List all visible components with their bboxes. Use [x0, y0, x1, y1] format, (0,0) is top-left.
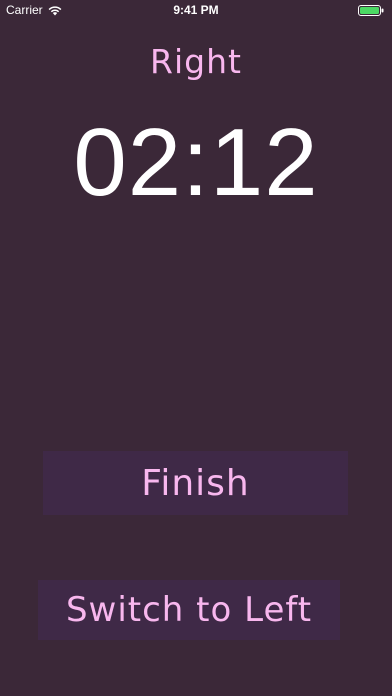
finish-button-label: Finish — [141, 462, 250, 504]
switch-side-button-label: Switch to Left — [65, 590, 313, 630]
status-bar: Carrier 9:41 PM — [0, 0, 392, 20]
timer-display: 02:12 — [73, 109, 319, 216]
finish-button[interactable]: Finish — [43, 451, 348, 515]
switch-side-button[interactable]: Switch to Left — [38, 580, 340, 640]
side-label: Right — [150, 42, 242, 81]
battery-icon — [358, 5, 384, 16]
status-time: 9:41 PM — [173, 3, 219, 17]
